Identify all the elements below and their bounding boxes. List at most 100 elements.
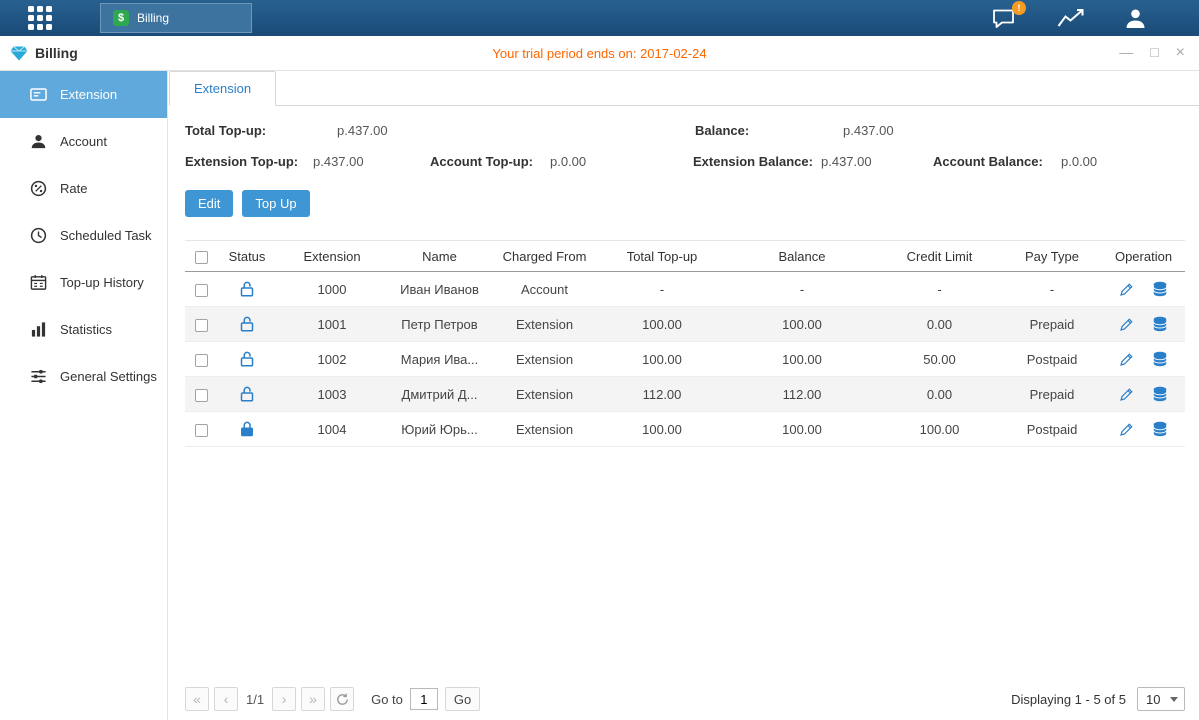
status-unlocked-icon[interactable] bbox=[240, 386, 254, 402]
sidebar-item-topup-history[interactable]: Top-up History bbox=[0, 259, 167, 306]
cell-extension: 1001 bbox=[277, 307, 387, 342]
edit-icon[interactable] bbox=[1119, 422, 1134, 437]
edit-button[interactable]: Edit bbox=[185, 190, 233, 217]
status-unlocked-icon[interactable] bbox=[240, 351, 254, 367]
cell-pay-type: Postpaid bbox=[1002, 342, 1102, 377]
col-charged-from: Charged From bbox=[492, 241, 597, 272]
next-page-button[interactable]: › bbox=[272, 687, 296, 711]
summary-label: Extension Balance: bbox=[693, 154, 813, 169]
billing-taskbar-tab[interactable]: $ Billing bbox=[100, 3, 252, 33]
status-locked-icon[interactable] bbox=[240, 421, 254, 437]
action-buttons: Edit Top Up bbox=[185, 190, 1185, 217]
cell-total-topup: 100.00 bbox=[597, 307, 727, 342]
user-account-icon[interactable] bbox=[1124, 7, 1147, 30]
close-button[interactable]: × bbox=[1176, 45, 1185, 61]
cell-total-topup: 112.00 bbox=[597, 377, 727, 412]
messages-icon[interactable]: ! bbox=[992, 8, 1017, 29]
row-checkbox[interactable] bbox=[195, 354, 208, 367]
extension-table: Status Extension Name Charged From Total… bbox=[185, 240, 1185, 447]
cell-extension: 1003 bbox=[277, 377, 387, 412]
go-button[interactable]: Go bbox=[445, 687, 480, 711]
summary-value: p.437.00 bbox=[313, 154, 364, 169]
cell-name: Юрий Юрь... bbox=[387, 412, 492, 447]
summary-value: p.0.00 bbox=[1061, 154, 1097, 169]
maximize-button[interactable]: □ bbox=[1150, 45, 1158, 61]
edit-icon[interactable] bbox=[1119, 352, 1134, 367]
window-titlebar: Your trial period ends on: 2017-02-24 Bi… bbox=[0, 36, 1199, 71]
cell-credit-limit: 0.00 bbox=[877, 307, 1002, 342]
edit-icon[interactable] bbox=[1119, 387, 1134, 402]
cell-name: Мария Ива... bbox=[387, 342, 492, 377]
desktop-topbar: $ Billing ! bbox=[0, 0, 1199, 36]
sidebar-item-rate[interactable]: Rate bbox=[0, 165, 167, 212]
table-row: 1002 Мария Ива... Extension 100.00 100.0… bbox=[185, 342, 1185, 377]
window-title: Billing bbox=[10, 45, 78, 61]
col-operation: Operation bbox=[1102, 241, 1185, 272]
first-page-button[interactable]: « bbox=[185, 687, 209, 711]
pagination-bar: « ‹ 1/1 › » Go to Go Displaying 1 - 5 of… bbox=[185, 685, 1185, 713]
table-header-row: Status Extension Name Charged From Total… bbox=[185, 241, 1185, 272]
cell-extension: 1002 bbox=[277, 342, 387, 377]
tab-extension[interactable]: Extension bbox=[169, 71, 276, 106]
row-checkbox[interactable] bbox=[195, 424, 208, 437]
chevron-down-icon bbox=[1170, 697, 1178, 702]
sidebar-item-account[interactable]: Account bbox=[0, 118, 167, 165]
rate-percent-icon bbox=[30, 180, 48, 197]
edit-icon[interactable] bbox=[1119, 282, 1134, 297]
cell-charged-from: Account bbox=[492, 272, 597, 307]
sliders-icon bbox=[30, 368, 48, 385]
calendar-icon bbox=[30, 274, 48, 291]
cell-charged-from: Extension bbox=[492, 377, 597, 412]
topup-coins-icon[interactable] bbox=[1152, 316, 1168, 332]
extension-card-icon bbox=[30, 86, 48, 103]
cell-pay-type: - bbox=[1002, 272, 1102, 307]
row-checkbox[interactable] bbox=[195, 319, 208, 332]
page-size-select[interactable]: 10 bbox=[1137, 687, 1185, 711]
cell-total-topup: 100.00 bbox=[597, 342, 727, 377]
edit-icon[interactable] bbox=[1119, 317, 1134, 332]
cell-credit-limit: 50.00 bbox=[877, 342, 1002, 377]
cell-name: Дмитрий Д... bbox=[387, 377, 492, 412]
cell-credit-limit: 0.00 bbox=[877, 377, 1002, 412]
monitor-chart-icon[interactable] bbox=[1057, 8, 1084, 28]
table-row: 1003 Дмитрий Д... Extension 112.00 112.0… bbox=[185, 377, 1185, 412]
cell-charged-from: Extension bbox=[492, 412, 597, 447]
page-indicator: 1/1 bbox=[246, 692, 264, 707]
topup-coins-icon[interactable] bbox=[1152, 351, 1168, 367]
cell-name: Петр Петров bbox=[387, 307, 492, 342]
summary-value: p.437.00 bbox=[337, 123, 388, 138]
topup-coins-icon[interactable] bbox=[1152, 421, 1168, 437]
status-unlocked-icon[interactable] bbox=[240, 316, 254, 332]
sidebar-item-scheduled-task[interactable]: Scheduled Task bbox=[0, 212, 167, 259]
app-launcher-grid-icon[interactable] bbox=[28, 6, 53, 31]
billing-taskbar-tab-label: Billing bbox=[137, 11, 169, 25]
topup-coins-icon[interactable] bbox=[1152, 386, 1168, 402]
cell-balance: 100.00 bbox=[727, 307, 877, 342]
top-up-button[interactable]: Top Up bbox=[242, 190, 309, 217]
minimize-button[interactable]: — bbox=[1119, 45, 1133, 61]
table-row: 1004 Юрий Юрь... Extension 100.00 100.00… bbox=[185, 412, 1185, 447]
cell-credit-limit: - bbox=[877, 272, 1002, 307]
select-all-checkbox[interactable] bbox=[195, 251, 208, 264]
refresh-button[interactable] bbox=[330, 687, 354, 711]
account-person-icon bbox=[30, 133, 48, 150]
cell-pay-type: Prepaid bbox=[1002, 377, 1102, 412]
col-status: Status bbox=[217, 241, 277, 272]
cell-pay-type: Prepaid bbox=[1002, 307, 1102, 342]
last-page-button[interactable]: » bbox=[301, 687, 325, 711]
sidebar-item-label: Extension bbox=[60, 87, 117, 102]
sidebar-item-extension[interactable]: Extension bbox=[0, 71, 167, 118]
goto-page-input[interactable] bbox=[410, 688, 438, 710]
topup-coins-icon[interactable] bbox=[1152, 281, 1168, 297]
sidebar-item-statistics[interactable]: Statistics bbox=[0, 306, 167, 353]
main-content: Extension Total Top-up: p.437.00 Balance… bbox=[168, 71, 1199, 720]
balance-summary: Total Top-up: p.437.00 Balance: p.437.00… bbox=[185, 121, 1185, 174]
cell-balance: 100.00 bbox=[727, 412, 877, 447]
sidebar-item-general-settings[interactable]: General Settings bbox=[0, 353, 167, 400]
status-unlocked-icon[interactable] bbox=[240, 281, 254, 297]
row-checkbox[interactable] bbox=[195, 389, 208, 402]
sidebar-item-label: Scheduled Task bbox=[60, 228, 152, 243]
row-checkbox[interactable] bbox=[195, 284, 208, 297]
prev-page-button[interactable]: ‹ bbox=[214, 687, 238, 711]
cell-balance: - bbox=[727, 272, 877, 307]
